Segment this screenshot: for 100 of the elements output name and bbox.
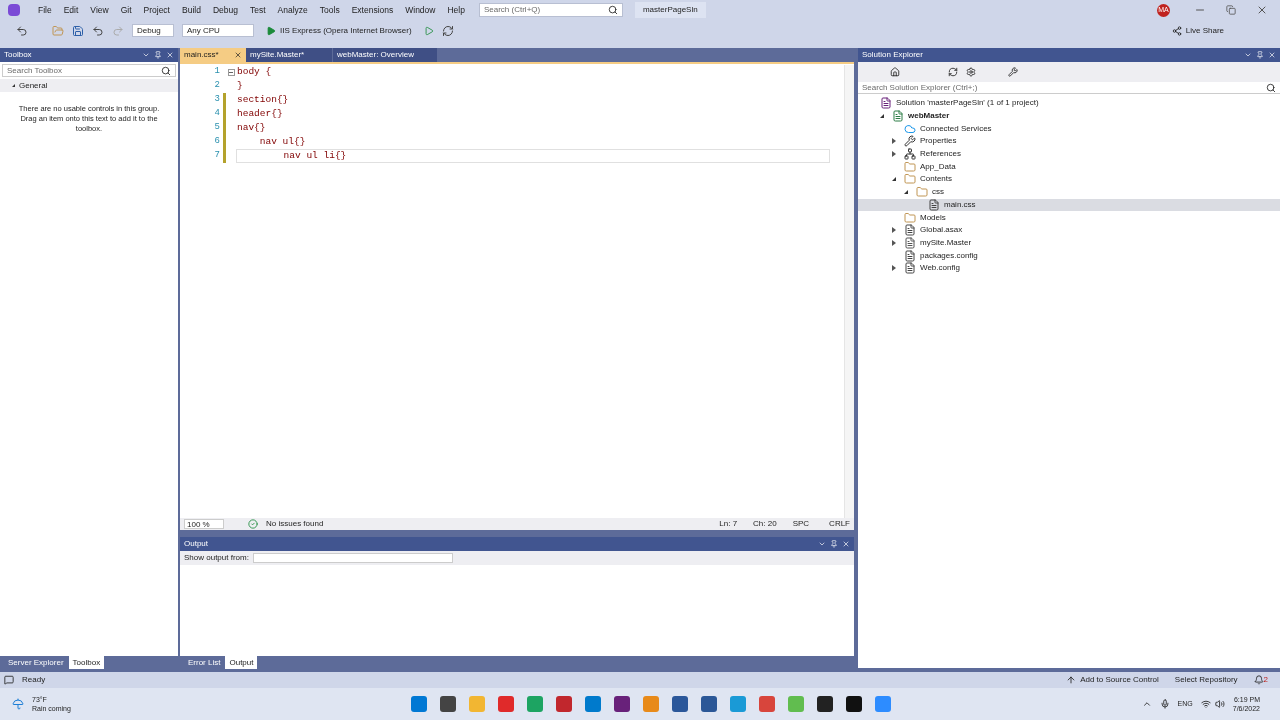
menu-item[interactable]: Tools [313, 1, 346, 19]
save-icon[interactable] [72, 24, 84, 37]
menu-item[interactable]: Edit [57, 1, 85, 19]
expand-icon[interactable] [892, 138, 896, 145]
tree-item[interactable]: Web.config [858, 261, 1280, 275]
toolbox-group-header[interactable]: General [0, 79, 178, 92]
source-control-button[interactable]: Add to Source Control [1066, 674, 1159, 686]
code-line: } [236, 78, 243, 93]
menu-item[interactable]: Build [176, 1, 207, 19]
zoom-dropdown[interactable]: 100 % [184, 519, 224, 529]
menu-item[interactable]: Project [137, 1, 176, 19]
tree-item[interactable]: Solution 'masterPageSln' (1 of 1 project) [858, 97, 1280, 110]
file-icon [904, 249, 916, 262]
tree-item[interactable]: App_Data [858, 160, 1280, 174]
search-field[interactable]: Search (Ctrl+Q) [478, 3, 623, 17]
panel-tab[interactable]: Output [225, 656, 258, 669]
menu-item[interactable]: Extensions [345, 1, 400, 19]
tree-item[interactable]: Global.asax [858, 223, 1280, 237]
restore-icon[interactable] [1226, 5, 1236, 15]
tray-icon[interactable] [1141, 699, 1152, 709]
app-logo-icon [8, 4, 20, 16]
home-icon[interactable] [890, 67, 900, 77]
expand-icon[interactable] [892, 151, 896, 158]
solution-name: masterPageSln [634, 2, 706, 18]
folder-icon [904, 211, 916, 224]
scrollbar[interactable] [844, 65, 854, 518]
fold-icon[interactable] [227, 68, 235, 76]
menu-item[interactable]: Git [114, 1, 138, 19]
taskbar-app-icon[interactable] [440, 696, 457, 712]
collapse-icon[interactable] [880, 114, 884, 119]
panel-tab[interactable]: Error List [184, 656, 225, 669]
solution-search-field[interactable]: Search Solution Explorer (Ctrl+;) [858, 82, 1280, 94]
live-share-button[interactable]: Live Share [1171, 24, 1224, 37]
folder-icon [916, 186, 928, 199]
refresh-icon[interactable] [948, 67, 958, 77]
editor-tab[interactable]: main.css* [180, 48, 246, 62]
notification-icon[interactable] [1253, 675, 1264, 685]
references-icon [904, 148, 916, 161]
close-icon[interactable] [234, 51, 242, 59]
tree-item[interactable]: css [858, 185, 1280, 199]
tree-item[interactable]: Properties [858, 135, 1280, 148]
share-icon [1171, 25, 1182, 36]
run-button[interactable]: IIS Express (Opera Internet Browser) [262, 24, 416, 37]
editor-tab[interactable]: mySite.Master* [246, 48, 332, 62]
expand-icon[interactable] [892, 239, 896, 246]
taskbar-app-icon[interactable] [817, 696, 834, 712]
taskbar-app-icon[interactable] [846, 696, 863, 712]
repository-button[interactable]: Select Repository [1174, 674, 1238, 686]
collapse-icon[interactable] [904, 190, 908, 195]
undo-icon[interactable] [92, 24, 104, 37]
tree-item-label: Global.asax [920, 224, 963, 237]
menu-item[interactable]: Help [441, 1, 471, 19]
tree-item[interactable]: Contents [858, 173, 1280, 186]
pin-icon[interactable] [154, 51, 162, 59]
collapse-icon[interactable] [892, 177, 896, 182]
dropdown-icon[interactable] [1244, 51, 1252, 59]
menu-item[interactable]: Window [399, 1, 442, 19]
taskbar-app-icon[interactable] [614, 696, 631, 712]
search-icon [161, 65, 171, 76]
platform-dropdown[interactable]: Any CPU [182, 24, 254, 37]
expand-icon[interactable] [892, 227, 896, 234]
tree-item[interactable]: main.css [858, 198, 1280, 212]
line-number: 5 [213, 121, 220, 135]
panel-tab[interactable]: Server Explorer [4, 656, 68, 669]
microphone-icon[interactable] [1159, 699, 1170, 709]
menu-item[interactable]: File [32, 1, 58, 19]
tree-item[interactable]: webMaster [858, 109, 1280, 123]
line-number: 1 [213, 65, 220, 79]
menu-item[interactable]: View [84, 1, 115, 19]
settings-icon[interactable] [966, 67, 976, 77]
dropdown-icon[interactable] [142, 51, 150, 59]
search-icon [1266, 82, 1276, 93]
solution-icon [880, 97, 892, 110]
properties-icon[interactable] [1008, 67, 1018, 77]
tree-item[interactable]: References [858, 147, 1280, 161]
volume-icon[interactable] [1214, 699, 1225, 709]
menu-item[interactable]: Test [243, 1, 272, 19]
close-icon[interactable] [1256, 4, 1268, 16]
menu-item[interactable]: Debug [206, 1, 244, 19]
pin-icon[interactable] [1256, 51, 1264, 59]
tree-item-label: Contents [920, 173, 953, 186]
configuration-dropdown[interactable]: Debug [132, 24, 174, 37]
toolbox-search-field[interactable]: Search Toolbox [2, 64, 176, 77]
tree-item[interactable]: Connected Services [858, 122, 1280, 136]
pin-icon[interactable] [830, 540, 838, 548]
tree-item-label: References [920, 148, 961, 161]
line-number: 7 [213, 149, 220, 163]
expand-icon[interactable] [892, 265, 896, 272]
tree-item[interactable]: Models [858, 211, 1280, 224]
issues-status[interactable]: No issues found [266, 518, 324, 530]
dropdown-icon[interactable] [818, 540, 826, 548]
back-icon[interactable] [16, 24, 28, 37]
tree-item[interactable]: mySite.Master [858, 236, 1280, 250]
check-icon [248, 519, 258, 529]
wifi-icon[interactable] [1200, 699, 1211, 709]
refresh-icon[interactable] [441, 24, 454, 37]
tree-item[interactable]: packages.config [858, 249, 1280, 262]
menu-item[interactable]: Analyze [271, 1, 314, 19]
editor-tab[interactable]: webMaster: Overview [333, 48, 437, 62]
panel-tab[interactable]: Toolbox [68, 656, 105, 669]
